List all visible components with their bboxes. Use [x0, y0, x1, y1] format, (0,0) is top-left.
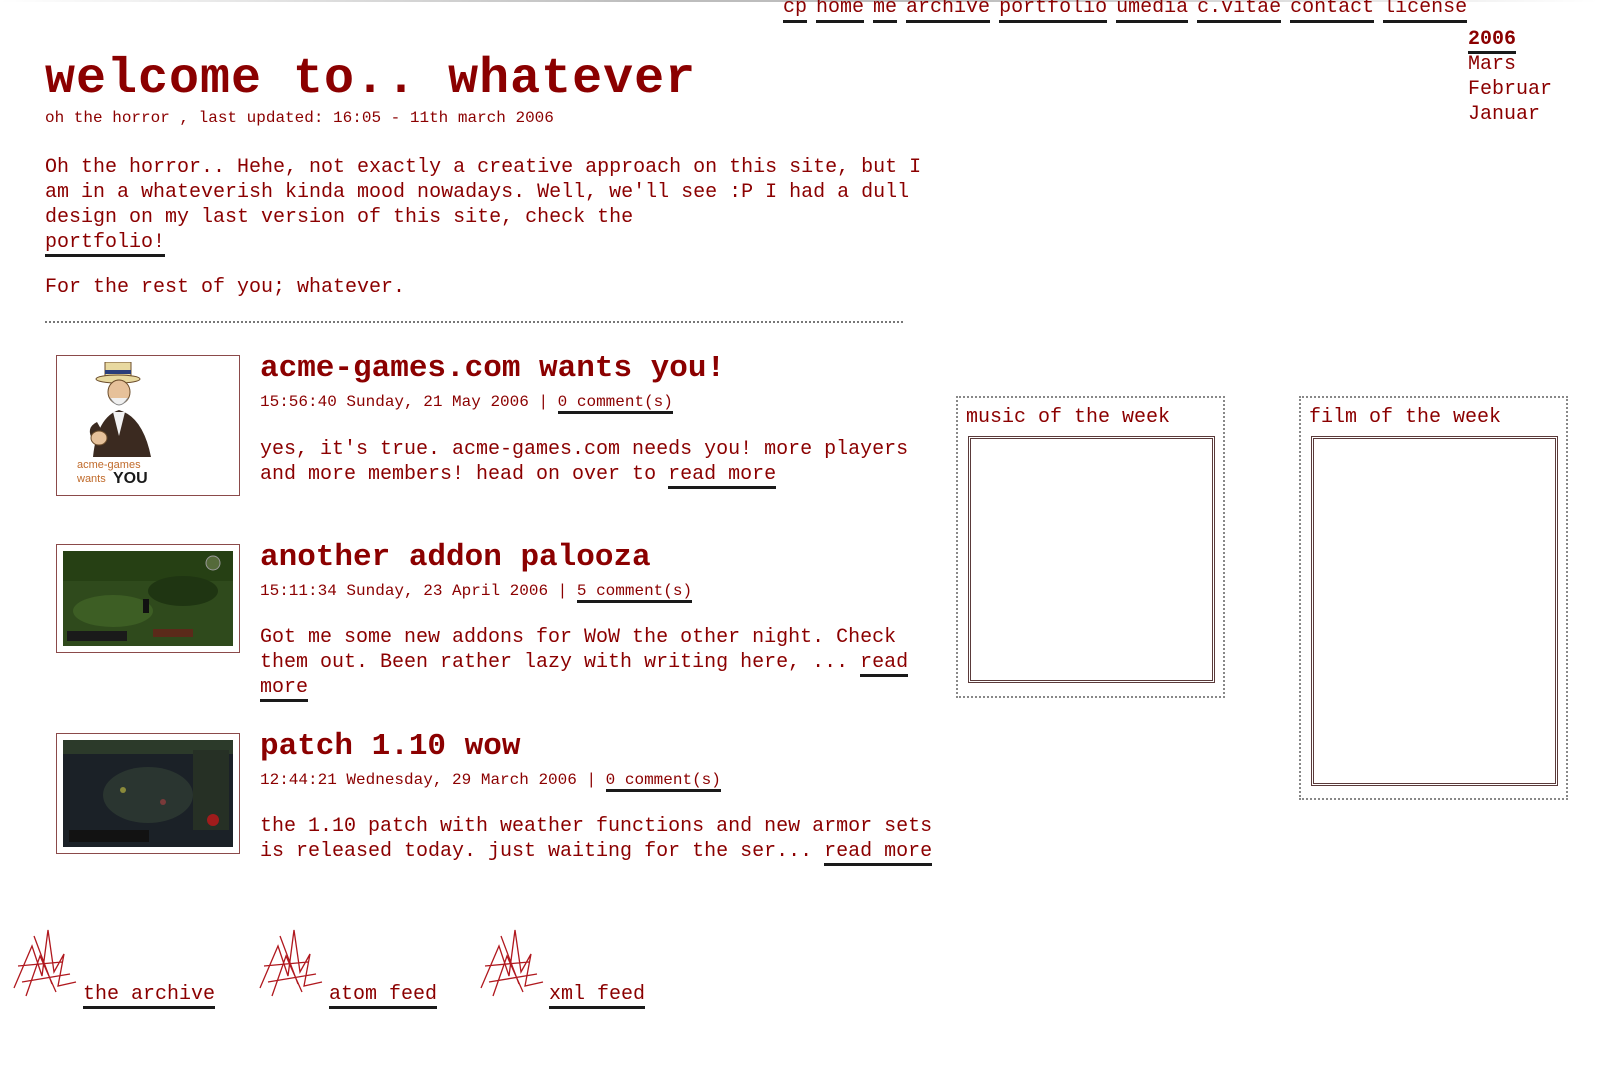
wow-screenshot-image	[63, 551, 233, 646]
music-of-the-week-box: music of the week	[956, 396, 1225, 698]
intro-paragraph-2: For the rest of you; whatever.	[45, 276, 406, 299]
intro-p1-text: Oh the horror.. Hehe, not exactly a crea…	[45, 156, 922, 229]
nav-archive[interactable]: archive	[906, 0, 991, 23]
post-thumbnail[interactable]: acme-games wants YOU	[56, 355, 240, 496]
post-title[interactable]: acme-games.com wants you!	[260, 351, 725, 386]
read-more-link[interactable]: read more	[668, 463, 777, 489]
post-thumbnail[interactable]	[56, 544, 240, 653]
music-of-the-week-title: music of the week	[966, 406, 1171, 429]
post-item: another addon palooza 15:11:34 Sunday, 2…	[56, 540, 936, 702]
nav-home[interactable]: home	[816, 0, 865, 23]
music-cover-frame[interactable]	[968, 436, 1215, 683]
film-poster-frame[interactable]	[1311, 436, 1558, 786]
post-excerpt: yes, it's true. acme-games.com needs you…	[260, 438, 909, 486]
nav-cp[interactable]: cp	[783, 0, 808, 23]
post-item: acme-games wants YOU acme-games.com want…	[56, 351, 936, 505]
post-body: the 1.10 patch with weather functions an…	[260, 814, 940, 866]
intro-text: Oh the horror.. Hehe, not exactly a crea…	[45, 155, 925, 300]
post-title[interactable]: patch 1.10 wow	[260, 729, 520, 764]
uncle-sam-image: acme-games wants YOU	[63, 361, 233, 489]
comments-link[interactable]: 0 comment(s)	[557, 393, 673, 414]
post-date: 15:11:34 Sunday, 23 April 2006 |	[260, 582, 577, 600]
thumb-text-3: YOU	[113, 470, 148, 487]
post-body: Got me some new addons for WoW the other…	[260, 625, 940, 702]
post-meta: 15:56:40 Sunday, 21 May 2006 | 0 comment…	[260, 393, 673, 414]
portfolio-link[interactable]: portfolio!	[45, 231, 166, 257]
scribble-icon	[480, 929, 544, 997]
post-date: 12:44:21 Wednesday, 29 March 2006 |	[260, 771, 606, 789]
intro-paragraph-1: Oh the horror.. Hehe, not exactly a crea…	[45, 155, 925, 257]
read-more-link[interactable]: read more	[824, 840, 933, 866]
nav-cvitae[interactable]: c.vitae	[1197, 0, 1282, 23]
post-title[interactable]: another addon palooza	[260, 540, 651, 575]
page-subtitle: oh the horror , last updated: 16:05 - 11…	[45, 109, 554, 127]
wow-patch-screenshot-image	[63, 740, 233, 847]
thumb-text-2: wants	[76, 473, 106, 485]
nav-license[interactable]: license	[1383, 0, 1468, 23]
footer-xml-feed-link[interactable]: xml feed	[549, 983, 646, 1009]
footer-atom-feed-link[interactable]: atom feed	[329, 983, 438, 1009]
footer-atom: atom feed	[258, 926, 458, 1009]
film-of-the-week-title: film of the week	[1309, 406, 1502, 429]
month-mars[interactable]: Mars	[1468, 52, 1552, 77]
top-nav: cp home me archive portfolio umedia c.vitae con…	[783, 0, 1476, 23]
year-link[interactable]: 2006	[1468, 28, 1517, 54]
post-date: 15:56:40 Sunday, 21 May 2006 |	[260, 393, 558, 411]
footer-archive-link[interactable]: the archive	[83, 983, 216, 1009]
nav-umedia[interactable]: umedia	[1116, 0, 1189, 23]
scribble-icon	[13, 929, 77, 997]
post-excerpt: Got me some new addons for WoW the other…	[260, 626, 897, 674]
intro-separator	[45, 321, 903, 323]
nav-me[interactable]: me	[873, 0, 898, 23]
month-februar[interactable]: Februar	[1468, 77, 1552, 102]
comments-link[interactable]: 5 comment(s)	[576, 582, 693, 603]
year-archive: 2006 Mars Februar Januar	[1468, 27, 1552, 127]
post-body: yes, it's true. acme-games.com needs you…	[260, 437, 940, 489]
scribble-icon	[259, 929, 323, 997]
post-thumbnail[interactable]	[56, 733, 240, 854]
month-januar[interactable]: Januar	[1468, 102, 1552, 127]
post-meta: 15:11:34 Sunday, 23 April 2006 | 5 comme…	[260, 582, 693, 603]
film-of-the-week-box: film of the week	[1299, 396, 1568, 800]
footer-xml: xml feed	[479, 926, 679, 1009]
footer-archive: the archive	[12, 926, 232, 1009]
post-item: patch 1.10 wow 12:44:21 Wednesday, 29 Ma…	[56, 729, 936, 883]
nav-contact[interactable]: contact	[1290, 0, 1375, 23]
nav-portfolio[interactable]: portfolio	[999, 0, 1108, 23]
page-title: welcome to.. whatever	[45, 51, 697, 108]
post-meta: 12:44:21 Wednesday, 29 March 2006 | 0 co…	[260, 771, 721, 792]
comments-link[interactable]: 0 comment(s)	[605, 771, 721, 792]
